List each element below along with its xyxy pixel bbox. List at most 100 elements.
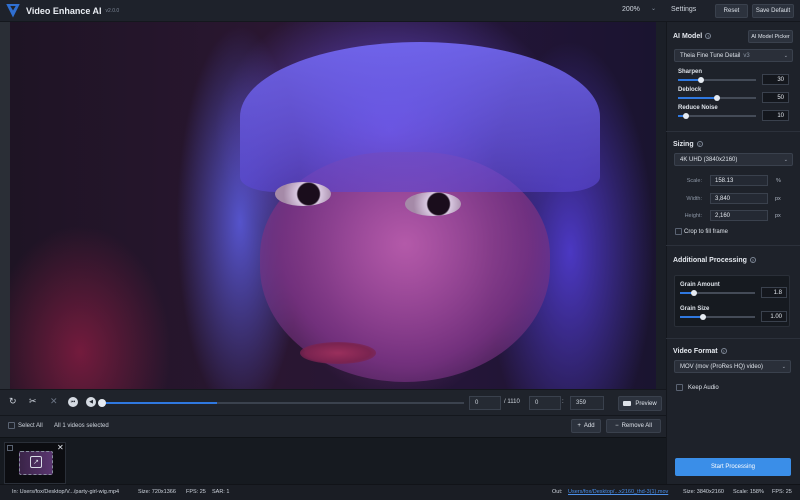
timeline-progress-fill [101,402,218,404]
sharpen-label: Sharpen [678,69,703,75]
sizing-help-icon[interactable]: ? [696,141,703,148]
grain-size-label: Grain Size [680,306,710,312]
height-unit: px [775,213,781,219]
width-label: Width: [686,196,702,202]
section-divider [666,131,800,132]
reset-button[interactable]: Reset [715,4,748,18]
sizing-title: Sizing? [673,141,703,148]
output-label: Out: [552,489,563,495]
ai-model-dropdown[interactable]: Theia Fine Tune Detail v3 ⌄ [674,49,793,62]
selected-count: All 1 videos selected [54,423,109,429]
select-all-checkbox[interactable] [8,422,15,429]
chevron-down-icon: ⌄ [783,157,788,163]
reduce-noise-slider-handle[interactable] [682,113,689,119]
deblock-slider-handle[interactable] [714,95,720,101]
grain-amount-value[interactable]: 1.8 [761,287,787,298]
deblock-slider-fill [678,97,717,99]
sizing-preset-value: 4K UHD (3840x2160) [680,156,738,163]
add-button[interactable]: + Add [571,419,601,433]
play-back-icon[interactable]: ◀ [86,397,96,407]
grain-amount-label: Grain Amount [680,282,720,288]
remove-all-button-label: Remove All [621,423,652,429]
settings-label: Settings [671,6,697,13]
sizing-preset-dropdown[interactable]: 4K UHD (3840x2160) ⌄ [674,153,793,166]
close-icon[interactable]: ✕ [57,443,64,452]
camera-icon [623,401,632,406]
thumbnail-checkbox[interactable] [7,445,13,451]
ai-model-title: AI Model? [673,33,712,40]
scissors-icon[interactable]: ✂ [29,397,37,406]
open-external-icon[interactable]: ↗ [30,456,42,468]
app-logo-icon [6,3,20,18]
section-divider [666,245,800,246]
ai-model-name: Theia Fine Tune Detail [680,52,741,59]
preview-button[interactable]: Preview [618,396,662,411]
deblock-label: Deblock [678,87,702,93]
select-all-label: Select All [18,423,43,429]
scale-input[interactable]: 158.13 [710,175,768,186]
preview-right-eye [405,192,461,216]
video-format-help-icon[interactable]: ? [720,348,727,355]
timeline-handle[interactable] [98,399,106,407]
scale-unit: % [776,178,781,184]
video-format-dropdown[interactable]: MOV (mov (ProRes HQ) video) ⌄ [674,360,791,373]
crop-checkbox[interactable] [675,228,682,235]
ai-model-help-icon[interactable]: ? [705,33,712,40]
grain-size-slider-handle[interactable] [699,314,706,320]
preview-left-eye [275,182,331,206]
height-input[interactable]: 2,160 [710,210,768,221]
preview-button-label: Preview [635,400,657,407]
add-button-label: Add [583,423,595,429]
reduce-noise-slider-track[interactable] [678,115,756,117]
remove-all-button[interactable]: − Remove All [606,419,661,433]
grain-amount-slider-handle[interactable] [690,290,697,296]
preview-mouth [300,342,376,364]
cut-x-icon[interactable]: ✕ [50,397,58,406]
reduce-noise-label: Reduce Noise [678,105,718,111]
chevron-down-icon: ⌄ [781,364,786,370]
range-end-input[interactable]: 359 [570,396,604,410]
plus-icon: + [577,423,581,429]
output-size: Size: 3840x2160 [683,489,724,495]
output-scale: Scale: 158% [733,489,764,495]
video-preview[interactable] [10,22,656,389]
video-format-title: Video Format? [673,348,727,355]
thumbnail-strip [0,437,666,484]
input-path: In: Users/fox/Desktop/V.../party-girl-wi… [12,489,120,495]
reduce-noise-value[interactable]: 10 [762,110,789,121]
range-separator: : [562,399,564,405]
range-start-input[interactable]: 0 [529,396,561,410]
input-fps: FPS: 25 [186,489,206,495]
app-window: Video Enhance AI v2.0.0 200% ⌄ Settings … [0,0,800,500]
keep-audio-label: Keep Audio [688,385,719,391]
width-unit: px [775,196,781,202]
additional-help-icon[interactable]: ? [749,257,756,264]
sharpen-value[interactable]: 30 [762,74,789,85]
output-fps: FPS: 25 [772,489,792,495]
crop-label: Crop to fill frame [684,229,729,235]
keep-audio-checkbox[interactable] [676,384,683,391]
zoom-chevron-down-icon[interactable]: ⌄ [651,5,656,12]
section-divider [666,338,800,339]
video-format-value: MOV (mov (ProRes HQ) video) [680,363,764,370]
input-size: Size: 720x1366 [138,489,176,495]
preview-hair [240,42,600,192]
zoom-level[interactable]: 200% [622,6,640,13]
previous-frame-icon[interactable]: ⏮ [68,397,78,407]
chevron-down-icon: ⌄ [783,53,788,59]
ai-model-picker-button[interactable]: AI Model Picker [748,30,793,43]
start-processing-button[interactable]: Start Processing [675,458,791,476]
deblock-value[interactable]: 50 [762,92,789,103]
total-frames: / 1110 [504,399,520,405]
input-sar: SAR: 1 [212,489,230,495]
loop-icon[interactable]: ↻ [9,397,17,406]
output-path-link[interactable]: Users/fox/Desktop/...x2160_thd-3(1).mov [568,489,668,495]
height-label: Height: [684,213,702,219]
width-input[interactable]: 3,840 [710,193,768,204]
preview-left-strip [0,22,10,389]
status-bar [0,484,800,500]
grain-size-value[interactable]: 1.00 [761,311,787,322]
app-version: v2.0.0 [105,7,120,14]
current-frame-input[interactable]: 0 [469,396,501,410]
save-default-button[interactable]: Save Default [752,4,794,18]
